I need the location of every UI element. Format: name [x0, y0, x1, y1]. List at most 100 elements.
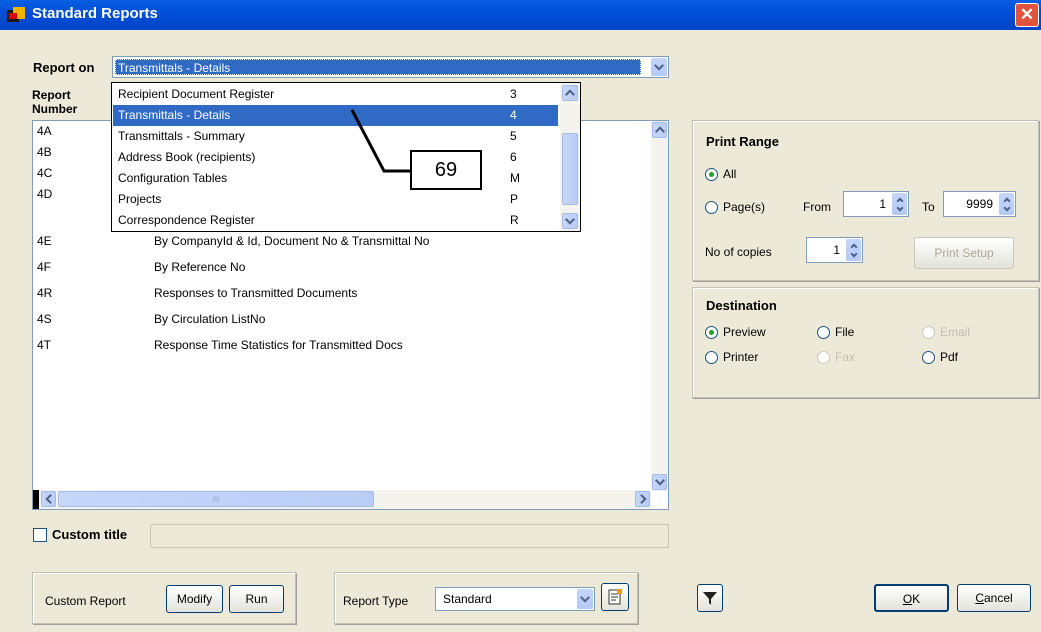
email-radio[interactable] — [922, 326, 935, 339]
print-pages-label: Page(s) — [723, 200, 766, 214]
report-description: Response Time Statistics for Transmitted… — [154, 338, 403, 352]
scroll-right-button[interactable] — [635, 491, 650, 507]
report-number: 4R — [37, 286, 53, 300]
file-radio[interactable] — [817, 326, 830, 339]
chevron-down-icon — [895, 204, 904, 212]
report-row[interactable]: 4S By Circulation ListNo — [37, 309, 637, 330]
run-button[interactable]: Run — [229, 585, 284, 613]
ok-button[interactable]: OK — [874, 584, 949, 612]
dropdown-item-code: R — [510, 213, 519, 227]
report-on-dropdown-button[interactable] — [651, 58, 667, 76]
print-setup-button[interactable]: Print Setup — [914, 237, 1014, 269]
email-label: Email — [940, 325, 971, 339]
report-type-edit-button[interactable] — [601, 583, 629, 611]
custom-title-input[interactable] — [150, 524, 669, 548]
report-number-header-line1: Report — [32, 88, 71, 102]
dropdown-item[interactable]: Transmittals - Summary 5 — [113, 126, 558, 147]
print-pages-radio[interactable] — [705, 201, 718, 214]
report-on-label: Report on — [33, 60, 95, 75]
ok-label: K — [912, 592, 921, 606]
printer-label: Printer — [723, 350, 759, 364]
report-on-select[interactable]: Transmittals - Details — [112, 56, 669, 78]
dropdown-scroll-down[interactable] — [562, 213, 578, 229]
report-number-header-line2: Number — [32, 102, 78, 116]
dropdown-scroll-thumb[interactable] — [562, 133, 578, 205]
report-list-hscroll[interactable]: III — [33, 490, 651, 509]
pdf-radio[interactable] — [922, 351, 935, 364]
report-row[interactable]: 4E By CompanyId & Id, Document No & Trans… — [37, 231, 637, 252]
report-list-vscroll[interactable] — [651, 121, 668, 491]
dropdown-scroll-up[interactable] — [562, 85, 578, 101]
dropdown-item-code: P — [510, 192, 519, 206]
to-page-input[interactable]: 9999 — [943, 191, 1016, 217]
dropdown-item[interactable]: Configuration Tables M — [113, 168, 558, 189]
chevron-down-icon — [565, 214, 575, 225]
preview-radio[interactable] — [705, 326, 718, 339]
report-type-group: Report Type Standard — [334, 572, 638, 624]
dropdown-item-code: M — [510, 171, 520, 185]
dropdown-item-code: 5 — [510, 129, 517, 143]
report-row[interactable]: 4F By Reference No — [37, 257, 637, 278]
preview-label: Preview — [723, 325, 766, 339]
report-description: By Circulation ListNo — [154, 312, 266, 326]
from-label: From — [803, 200, 831, 214]
report-number: 4A — [37, 124, 52, 138]
dropdown-item-label: Projects — [118, 192, 162, 206]
print-all-radio[interactable] — [705, 168, 718, 181]
chevron-right-icon — [636, 494, 647, 504]
dropdown-item[interactable]: Address Book (recipients) 6 — [113, 147, 558, 168]
modify-button[interactable]: Modify — [166, 585, 223, 613]
filter-button[interactable] — [697, 584, 723, 612]
from-page-input[interactable]: 1 — [843, 191, 909, 217]
report-row[interactable]: 4T Response Time Statistics for Transmitt… — [37, 335, 637, 356]
dropdown-item[interactable]: Projects P — [113, 189, 558, 210]
fax-radio[interactable] — [817, 351, 830, 364]
cancel-button[interactable]: Cancel — [957, 584, 1031, 612]
report-number: 4C — [37, 166, 53, 180]
custom-title-checkbox[interactable] — [33, 528, 47, 542]
report-on-value: Transmittals - Details — [118, 61, 231, 75]
title-bar: Standard Reports ✕ — [0, 0, 1041, 30]
dropdown-item-code: 6 — [510, 150, 517, 164]
to-page-spinner[interactable] — [999, 193, 1014, 215]
hscroll-edge — [33, 490, 39, 509]
callout-pointer — [350, 109, 410, 173]
dropdown-item[interactable]: Transmittals - Details 4 — [113, 105, 558, 126]
report-type-select[interactable]: Standard — [435, 587, 595, 611]
scroll-up-button[interactable] — [652, 122, 667, 138]
hscroll-thumb[interactable]: III — [58, 491, 374, 507]
report-type-value: Standard — [443, 592, 492, 606]
to-label: To — [922, 200, 935, 214]
chevron-left-icon — [44, 494, 55, 504]
report-type-dropdown-button[interactable] — [577, 589, 593, 609]
print-all-label: All — [723, 167, 737, 181]
chevron-down-icon — [654, 60, 664, 71]
callout-text: 69 — [434, 159, 458, 181]
copies-spinner[interactable] — [846, 239, 861, 261]
from-page-spinner[interactable] — [892, 193, 907, 215]
chevron-up-icon — [565, 89, 575, 100]
report-number: 4D — [37, 187, 53, 201]
dropdown-vscroll[interactable] — [560, 83, 580, 231]
close-button[interactable]: ✕ — [1015, 3, 1039, 27]
custom-title-label: Custom title — [52, 527, 128, 542]
to-page-value: 9999 — [966, 197, 993, 211]
report-row[interactable]: 4R Responses to Transmitted Documents — [37, 283, 637, 304]
custom-report-label: Custom Report — [45, 594, 126, 608]
chevron-down-icon — [1002, 204, 1011, 212]
scroll-left-button[interactable] — [41, 491, 56, 507]
dropdown-item-label: Recipient Document Register — [118, 87, 275, 101]
close-icon: ✕ — [1019, 5, 1035, 24]
printer-radio[interactable] — [705, 351, 718, 364]
dropdown-item-code: 4 — [510, 108, 517, 122]
run-button-label: Run — [245, 592, 268, 606]
pdf-label: Pdf — [940, 350, 959, 364]
print-range-group: Print Range All Page(s) From 1 To 9999 N… — [692, 120, 1039, 281]
dropdown-item[interactable]: Correspondence Register R — [113, 210, 558, 231]
chevron-down-icon — [654, 475, 665, 486]
scroll-down-button[interactable] — [652, 474, 667, 490]
copies-input[interactable]: 1 — [806, 237, 863, 263]
chevron-up-icon — [654, 126, 665, 137]
destination-group: Destination Preview File Email Printer F… — [692, 287, 1039, 398]
dropdown-item[interactable]: Recipient Document Register 3 — [113, 84, 558, 105]
